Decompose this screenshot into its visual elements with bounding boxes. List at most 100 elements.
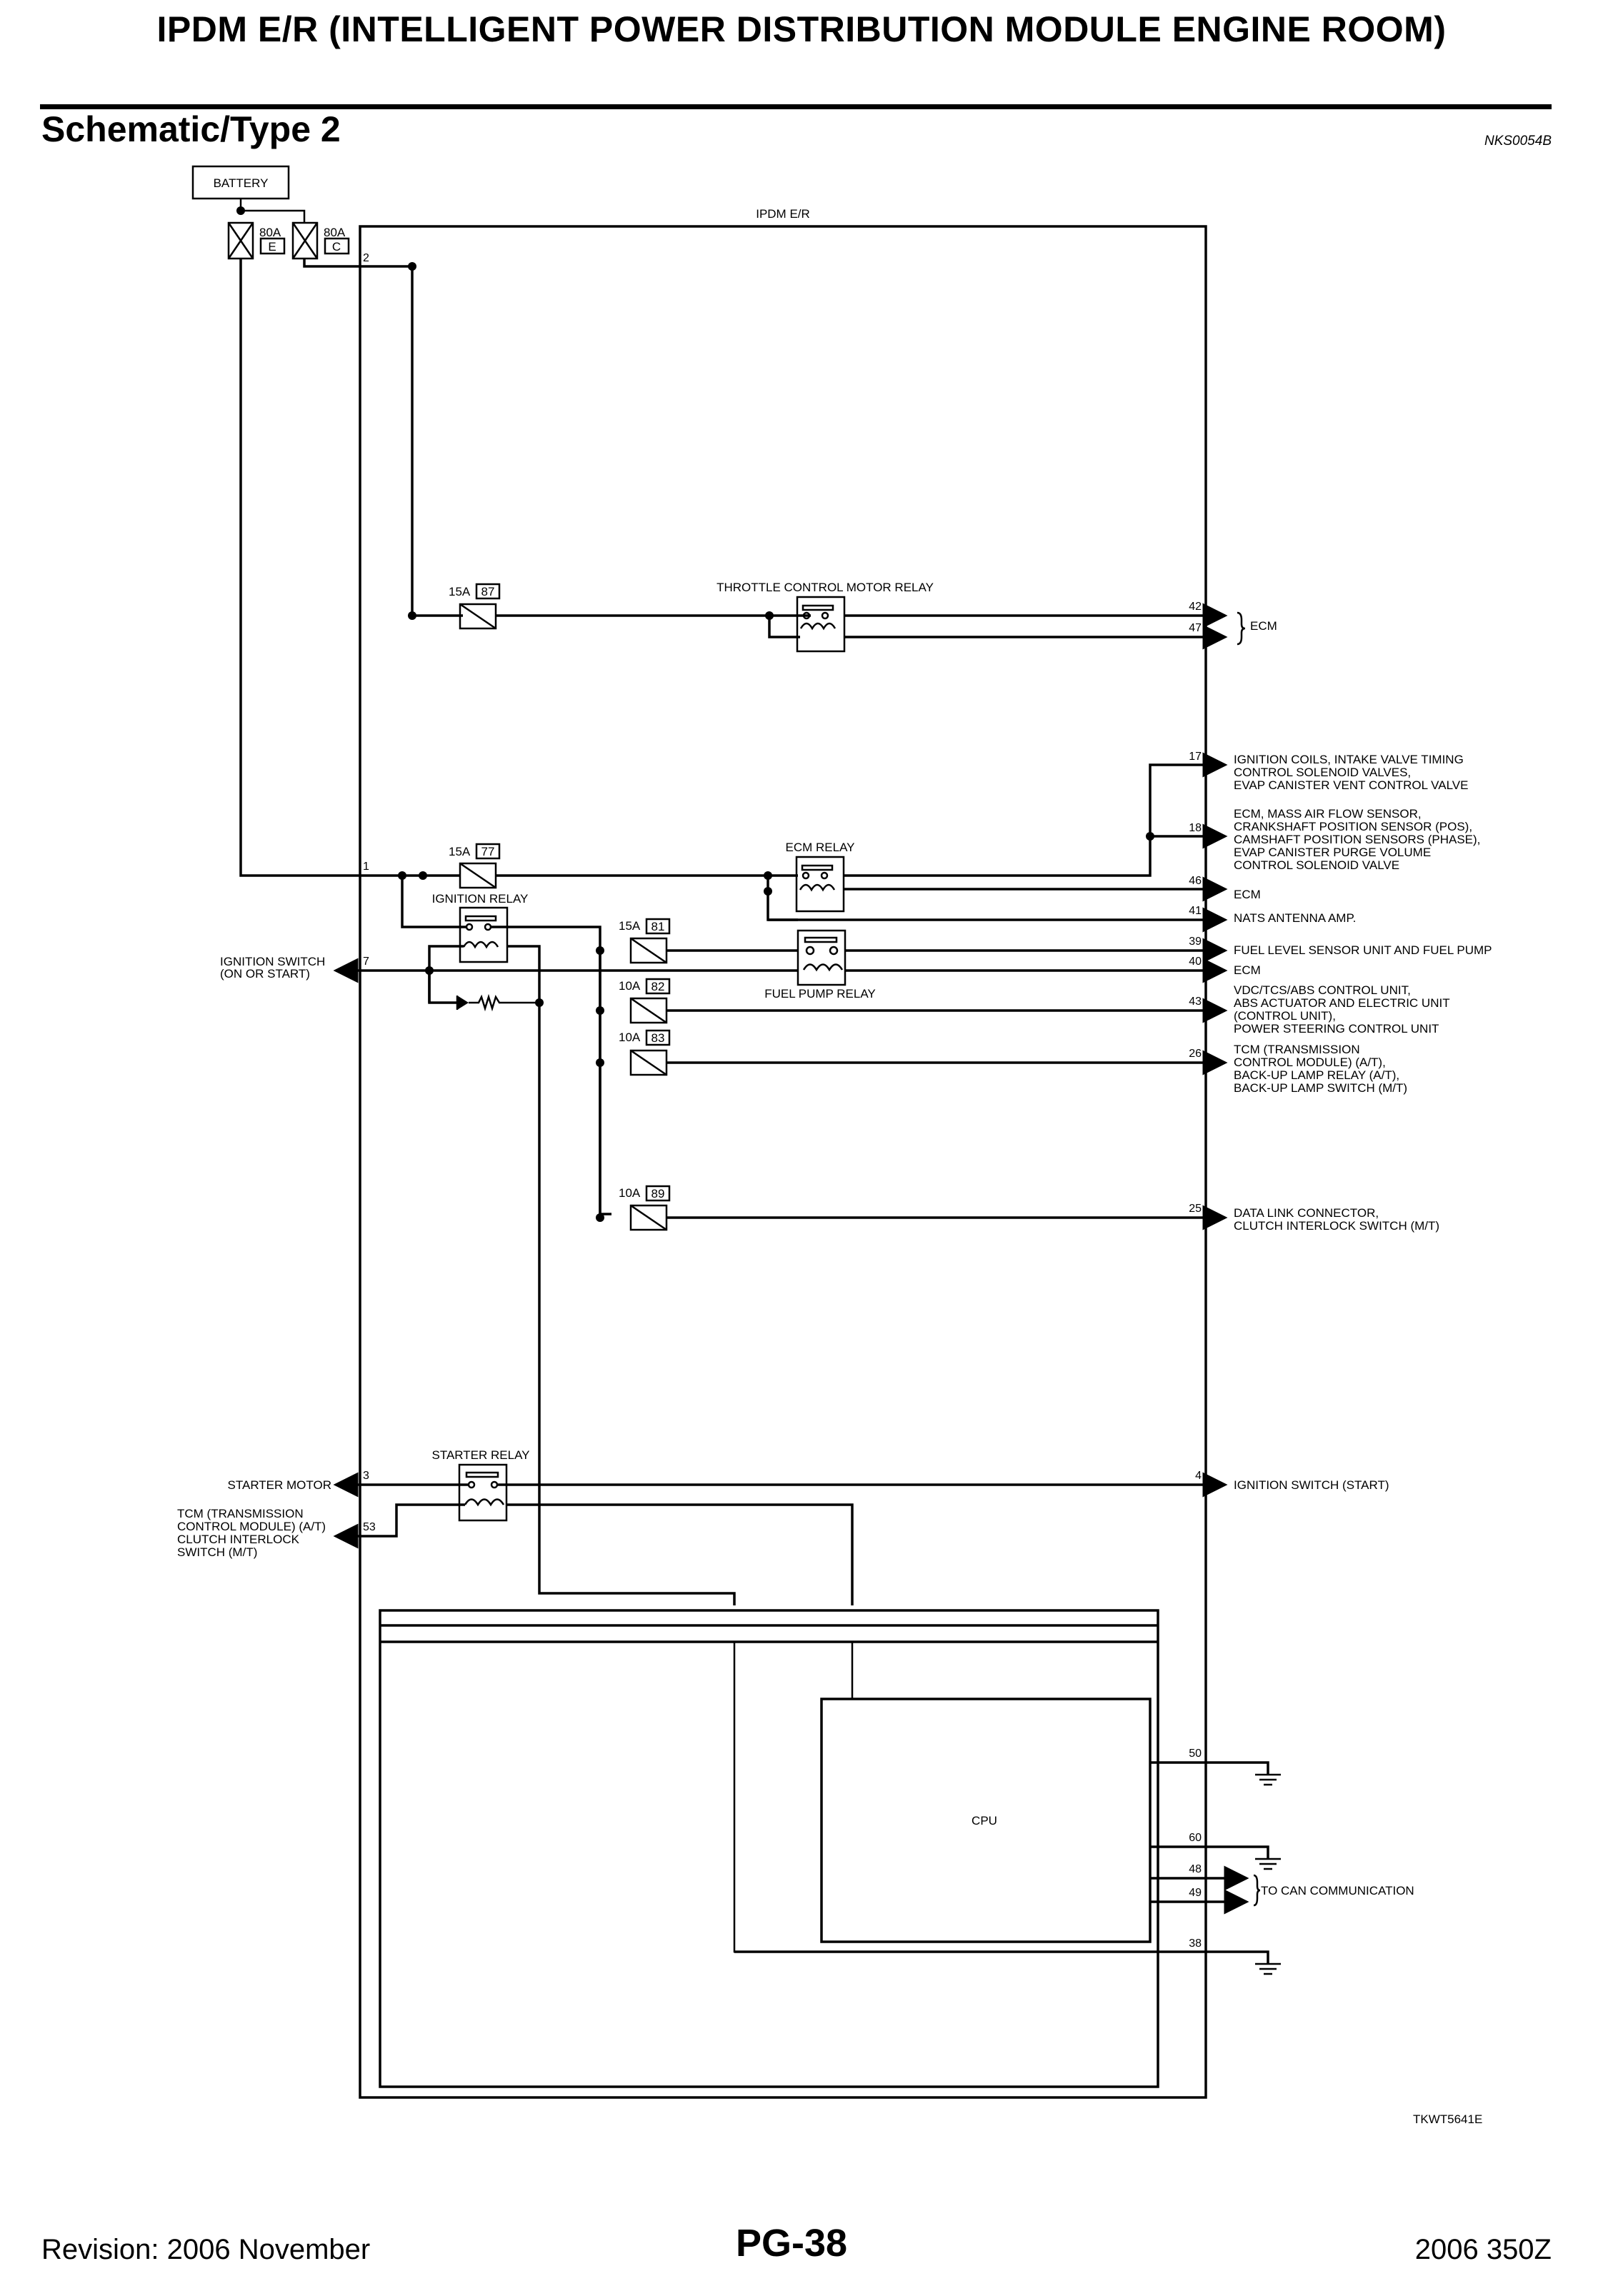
svg-text:10A: 10A <box>619 1186 641 1200</box>
dest-pin-17: IGNITION COILS, INTAKE VALVE TIMING CONT… <box>1234 753 1468 792</box>
dest-pin-43: VDC/TCS/ABS CONTROL UNIT, ABS ACTUATOR A… <box>1234 983 1450 1036</box>
dest-pin-41: NATS ANTENNA AMP. <box>1234 911 1356 925</box>
svg-text:E: E <box>268 240 276 254</box>
svg-text:15A: 15A <box>449 845 471 858</box>
svg-text:BACK-UP LAMP SWITCH (M/T): BACK-UP LAMP SWITCH (M/T) <box>1234 1081 1407 1095</box>
vehicle-model: 2006 350Z <box>1414 2234 1552 2265</box>
svg-text:2: 2 <box>363 252 369 264</box>
revision-text: Revision: 2006 November <box>41 2234 371 2265</box>
svg-text:IGNITION COILS, INTAKE VALVE T: IGNITION COILS, INTAKE VALVE TIMING <box>1234 753 1464 766</box>
dest-pin-53: TCM (TRANSMISSION CONTROL MODULE) (A/T) … <box>177 1507 326 1559</box>
svg-text:VDC/TCS/ABS CONTROL UNIT,: VDC/TCS/ABS CONTROL UNIT, <box>1234 983 1411 997</box>
svg-text:40: 40 <box>1189 956 1202 968</box>
starter-relay-label: STARTER RELAY <box>432 1448 530 1462</box>
svg-text:87: 87 <box>481 585 495 598</box>
throttle-relay-label: THROTTLE CONTROL MOTOR RELAY <box>716 581 934 594</box>
svg-text:83: 83 <box>651 1031 665 1045</box>
svg-text:82: 82 <box>651 980 665 993</box>
svg-text:(ON OR START): (ON OR START) <box>220 967 310 981</box>
fuse-81: 15A 81 <box>619 918 671 964</box>
svg-text:81: 81 <box>651 920 665 933</box>
svg-text:53: 53 <box>363 1521 376 1533</box>
fuel-pump-relay <box>796 929 847 986</box>
svg-text:80A: 80A <box>324 226 346 239</box>
svg-text:(CONTROL UNIT),: (CONTROL UNIT), <box>1234 1009 1336 1023</box>
svg-text:47: 47 <box>1189 622 1202 634</box>
dest-pin-18: ECM, MASS AIR FLOW SENSOR, CRANKSHAFT PO… <box>1234 807 1480 872</box>
svg-text:38: 38 <box>1189 1937 1202 1950</box>
battery: BATTERY <box>191 165 290 200</box>
svg-text:25: 25 <box>1189 1203 1202 1215</box>
fuel-pump-relay-label: FUEL PUMP RELAY <box>764 987 876 1001</box>
fuse-82: 10A 82 <box>619 978 671 1024</box>
figure-code: TKWT5641E <box>1413 2112 1482 2126</box>
svg-text:CONTROL SOLENOID VALVE: CONTROL SOLENOID VALVE <box>1234 858 1399 872</box>
svg-text:80A: 80A <box>259 226 281 239</box>
svg-text:7: 7 <box>363 956 369 968</box>
svg-text:10A: 10A <box>619 1031 641 1044</box>
svg-text:CAMSHAFT POSITION SENSORS (PHA: CAMSHAFT POSITION SENSORS (PHASE), <box>1234 833 1480 846</box>
svg-text:CONTROL MODULE) (A/T),: CONTROL MODULE) (A/T), <box>1234 1056 1386 1069</box>
ground-icon <box>1255 1962 1281 1975</box>
svg-text:EVAP CANISTER VENT CONTROL VAL: EVAP CANISTER VENT CONTROL VALVE <box>1234 778 1468 792</box>
svg-text:TCM (TRANSMISSION: TCM (TRANSMISSION <box>177 1507 304 1520</box>
ground-icon <box>1255 1858 1281 1870</box>
svg-text:46: 46 <box>1189 875 1202 887</box>
fusible-link-e: 80A E <box>227 221 286 260</box>
dest-pin-25: DATA LINK CONNECTOR, CLUTCH INTERLOCK SW… <box>1234 1206 1439 1233</box>
dest-can: TO CAN COMMUNICATION <box>1261 1884 1414 1898</box>
dest-ecm-42-47: ECM <box>1250 619 1277 633</box>
svg-text:TCM (TRANSMISSION: TCM (TRANSMISSION <box>1234 1043 1360 1056</box>
svg-text:41: 41 <box>1189 905 1202 917</box>
svg-text:39: 39 <box>1189 936 1202 948</box>
fuse-89: 10A 89 <box>619 1185 671 1231</box>
control-unit-box <box>379 1609 1159 2088</box>
svg-text:ABS ACTUATOR AND ELECTRIC UNIT: ABS ACTUATOR AND ELECTRIC UNIT <box>1234 996 1450 1010</box>
diode-resistor <box>456 993 539 1012</box>
svg-text:CONTROL MODULE) (A/T): CONTROL MODULE) (A/T) <box>177 1520 326 1533</box>
svg-text:4: 4 <box>1195 1470 1202 1482</box>
svg-text:POWER STEERING CONTROL UNIT: POWER STEERING CONTROL UNIT <box>1234 1022 1439 1036</box>
svg-text:CRANKSHAFT POSITION SENSOR (PO: CRANKSHAFT POSITION SENSOR (POS), <box>1234 820 1472 833</box>
starter-relay <box>458 1463 508 1522</box>
ground-icon <box>1255 1773 1281 1786</box>
svg-text:26: 26 <box>1189 1048 1202 1060</box>
battery-label: BATTERY <box>214 176 269 190</box>
module-label: IPDM E/R <box>756 207 810 221</box>
svg-text:ECM, MASS AIR FLOW SENSOR,: ECM, MASS AIR FLOW SENSOR, <box>1234 807 1422 821</box>
dest-pin-4: IGNITION SWITCH (START) <box>1234 1478 1389 1492</box>
dest-pin-40: ECM <box>1234 963 1261 977</box>
svg-text:CLUTCH INTERLOCK: CLUTCH INTERLOCK <box>177 1533 300 1546</box>
svg-text:1: 1 <box>363 861 369 873</box>
svg-text:3: 3 <box>363 1470 369 1482</box>
throttle-control-motor-relay <box>796 596 846 653</box>
dest-pin-39: FUEL LEVEL SENSOR UNIT AND FUEL PUMP <box>1234 943 1492 957</box>
svg-text:60: 60 <box>1189 1832 1202 1844</box>
svg-text:CONTROL SOLENOID VALVES,: CONTROL SOLENOID VALVES, <box>1234 766 1411 779</box>
dest-pin-3: STARTER MOTOR <box>228 1478 331 1492</box>
ipdm-module-box <box>359 225 1207 2099</box>
page-number: PG-38 <box>736 2222 848 2265</box>
svg-text:15A: 15A <box>619 919 641 933</box>
svg-text:89: 89 <box>651 1187 665 1200</box>
svg-text:DATA LINK CONNECTOR,: DATA LINK CONNECTOR, <box>1234 1206 1379 1220</box>
dest-pin-26: TCM (TRANSMISSION CONTROL MODULE) (A/T),… <box>1234 1043 1407 1095</box>
ignition-relay <box>459 906 509 963</box>
svg-text:77: 77 <box>481 845 495 858</box>
fusible-link-c: 80A C <box>291 221 350 260</box>
svg-text:49: 49 <box>1189 1887 1202 1899</box>
ecm-relay <box>795 856 845 913</box>
svg-text:18: 18 <box>1189 822 1202 834</box>
svg-text:17: 17 <box>1189 751 1202 763</box>
fuse-83: 10A 83 <box>619 1029 671 1076</box>
fuse-77: 15A 77 <box>449 843 501 889</box>
fuse-87: 15A 87 <box>449 583 501 630</box>
ecm-relay-label: ECM RELAY <box>786 841 855 854</box>
cpu-label: CPU <box>972 1814 997 1828</box>
dest-pin-46: ECM <box>1234 888 1261 901</box>
svg-text:10A: 10A <box>619 979 641 993</box>
svg-text:48: 48 <box>1189 1863 1202 1875</box>
wiring-schematic: BATTERY 80A E 80A C IPDM E/R 2 15A 87 TH… <box>177 165 1492 2126</box>
svg-text:42: 42 <box>1189 601 1202 613</box>
svg-text:50: 50 <box>1189 1748 1202 1760</box>
